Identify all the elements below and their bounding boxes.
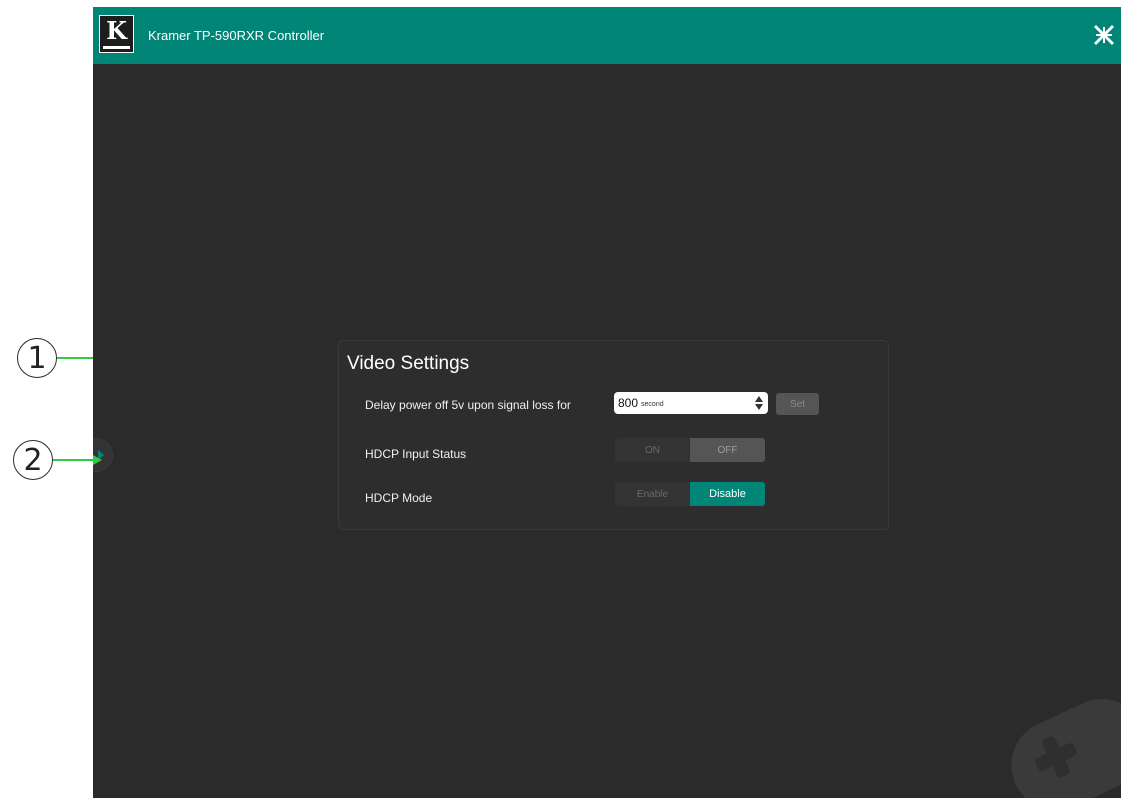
app-header: K Kramer TP-590RXR Controller: [93, 7, 1121, 64]
set-button[interactable]: Set: [776, 393, 819, 415]
callout-2: 2: [13, 440, 53, 480]
video-settings-title: Video Settings: [347, 353, 470, 374]
app-window: K Kramer TP-590RXR Controller Video Sett…: [93, 7, 1121, 798]
callout-1: 1: [17, 338, 57, 378]
callout-2-line: [53, 459, 93, 461]
fullscreen-exit-icon[interactable]: [1093, 24, 1115, 46]
hdcp-mode-enable-button[interactable]: Enable: [615, 482, 690, 506]
app-title: Kramer TP-590RXR Controller: [148, 28, 325, 43]
callout-2-label: 2: [23, 442, 43, 478]
stepper-arrows-icon[interactable]: [755, 396, 763, 410]
hdcp-input-status-label: HDCP Input Status: [365, 447, 467, 461]
delay-label: Delay power off 5v upon signal loss for: [365, 398, 571, 412]
hdcp-input-status-toggle: ON OFF: [615, 438, 765, 462]
hdcp-input-on-button[interactable]: ON: [615, 438, 690, 462]
hdcp-mode-disable-button[interactable]: Disable: [690, 482, 765, 506]
gamepad-icon: [1011, 698, 1121, 798]
hdcp-mode-toggle: Enable Disable: [615, 482, 765, 506]
kramer-logo: K: [99, 15, 134, 53]
video-settings-card: Video Settings Delay power off 5v upon s…: [338, 340, 889, 530]
hdcp-mode-label: HDCP Mode: [365, 491, 433, 505]
delay-stepper[interactable]: 800 second: [614, 392, 768, 414]
callout-2-arrow: [93, 455, 102, 465]
delay-unit: second: [641, 401, 664, 408]
callout-1-label: 1: [27, 340, 47, 376]
hdcp-input-off-button[interactable]: OFF: [690, 438, 765, 462]
logo-letter: K: [106, 16, 127, 45]
delay-value: 800: [618, 396, 639, 410]
